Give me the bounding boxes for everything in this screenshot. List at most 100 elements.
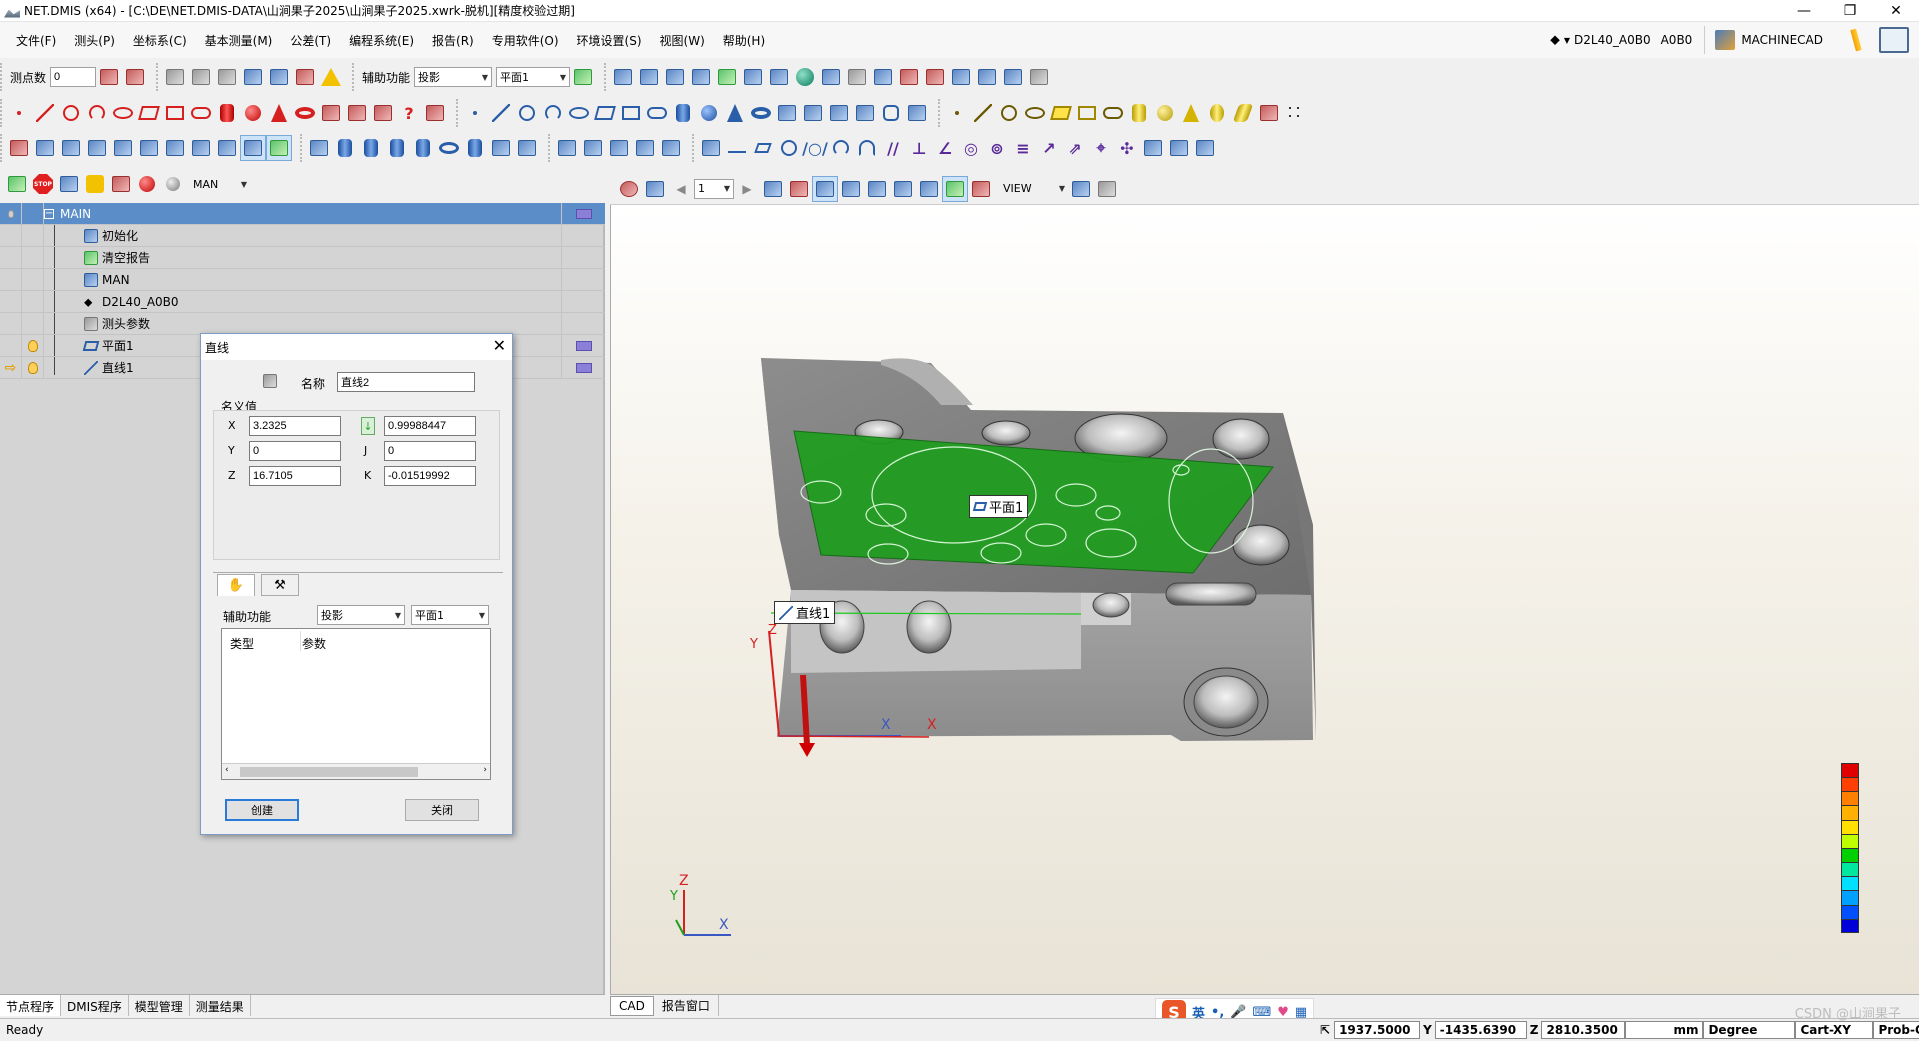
torus-measure-icon[interactable]: [292, 100, 318, 126]
vector-direction-icon[interactable]: ↓: [361, 417, 375, 435]
prev-icon[interactable]: ◀: [668, 176, 694, 202]
dm-icon[interactable]: [890, 176, 916, 202]
gdt-coaxial-icon[interactable]: ⊚: [984, 135, 1010, 161]
tab-node-program[interactable]: 节点程序: [0, 995, 62, 1016]
cylinder-nominal-icon[interactable]: [1126, 100, 1152, 126]
tol-sym-icon[interactable]: [462, 135, 488, 161]
slot-construct-icon[interactable]: [644, 100, 670, 126]
model-construct-icon[interactable]: [904, 100, 930, 126]
gdt-angle-icon[interactable]: [1166, 135, 1192, 161]
menu-help[interactable]: 帮助(H): [721, 30, 767, 51]
cone-nominal-icon[interactable]: [1178, 100, 1204, 126]
gdt-position-icon[interactable]: ⌖: [1088, 135, 1114, 161]
shade-icon[interactable]: [792, 64, 818, 90]
slot-measure-icon[interactable]: [188, 100, 214, 126]
scroll-right-icon[interactable]: ›: [483, 765, 487, 775]
tree-row-probe-params[interactable]: 测头参数: [0, 312, 605, 335]
tol-conc-icon[interactable]: [436, 135, 462, 161]
gdt-runout-icon[interactable]: ↗: [1036, 135, 1062, 161]
status-angle-unit[interactable]: Degree: [1703, 1021, 1796, 1039]
rotate-icon[interactable]: [714, 64, 740, 90]
camera-icon[interactable]: [974, 64, 1000, 90]
tool-construct-icon[interactable]: [800, 100, 826, 126]
menu-view[interactable]: 视图(W): [658, 30, 707, 51]
tab-model-manager[interactable]: 模型管理: [129, 995, 190, 1016]
x-input[interactable]: [249, 416, 341, 436]
plane-measure-icon[interactable]: [136, 100, 162, 126]
menu-coordinate[interactable]: 坐标系(C): [131, 30, 189, 51]
gdt-composite-icon[interactable]: ✣: [1114, 135, 1140, 161]
gdt-report-icon[interactable]: [1192, 135, 1218, 161]
gdt-cylindricity-icon[interactable]: /○/: [802, 135, 828, 161]
circle-nominal-icon[interactable]: [996, 100, 1022, 126]
circle-construct-icon[interactable]: [514, 100, 540, 126]
surface-nominal-icon[interactable]: [1230, 100, 1256, 126]
ellipse-construct-icon[interactable]: [566, 100, 592, 126]
circle-measure-icon[interactable]: [58, 100, 84, 126]
build-construct-icon[interactable]: [826, 100, 852, 126]
menu-special[interactable]: 专用软件(O): [490, 30, 561, 51]
point-construct-icon[interactable]: [462, 100, 488, 126]
new-page-icon[interactable]: [760, 176, 786, 202]
torus-nominal-icon[interactable]: [1204, 100, 1230, 126]
translate-icon[interactable]: [84, 135, 110, 161]
points-input[interactable]: [50, 67, 97, 87]
select-icon[interactable]: [818, 64, 844, 90]
link-icon[interactable]: [1000, 64, 1026, 90]
page-select[interactable]: 1 ▼: [694, 178, 734, 199]
menu-probe[interactable]: 测头(P): [72, 30, 117, 51]
arc-measure-icon[interactable]: [84, 100, 110, 126]
close-button[interactable]: 关闭: [405, 799, 479, 821]
gdt-angular-icon[interactable]: ∠: [932, 135, 958, 161]
machine-selector[interactable]: MACHINECAD: [1704, 26, 1833, 54]
gdt-concentric-icon[interactable]: ◎: [958, 135, 984, 161]
gdt-frame-icon[interactable]: [698, 135, 724, 161]
move-icon[interactable]: [214, 64, 240, 90]
status-work-plane[interactable]: Cart-XY: [1795, 1021, 1874, 1039]
align-icon[interactable]: [32, 135, 58, 161]
layout-icon[interactable]: [812, 175, 838, 202]
tol-flat-icon[interactable]: [332, 135, 358, 161]
close-window-button[interactable]: ✕: [1873, 0, 1919, 22]
next-icon[interactable]: ▶: [734, 176, 760, 202]
cone-construct-icon[interactable]: [722, 100, 748, 126]
gdt-line-profile-icon[interactable]: [828, 135, 854, 161]
tab-cad[interactable]: CAD: [610, 995, 654, 1016]
hex-construct-icon[interactable]: [878, 100, 904, 126]
create-button[interactable]: 创建: [225, 799, 299, 821]
z-input[interactable]: [249, 466, 341, 486]
sphere-measure-icon[interactable]: [240, 100, 266, 126]
stop-icon[interactable]: STOP: [30, 171, 56, 197]
report-plot-icon[interactable]: [632, 135, 658, 161]
plane-nominal-icon[interactable]: [1048, 100, 1074, 126]
zoom-fit-icon[interactable]: [662, 64, 688, 90]
scrollbar-thumb[interactable]: [240, 767, 418, 777]
tol-round-icon[interactable]: [358, 135, 384, 161]
scroll-left-icon[interactable]: ‹: [225, 765, 229, 775]
edit-icon[interactable]: [4, 171, 30, 197]
view-select[interactable]: VIEW ▼: [1000, 179, 1068, 199]
menu-programming[interactable]: 编程系统(E): [347, 30, 416, 51]
pan-icon[interactable]: [636, 64, 662, 90]
iterative-icon[interactable]: [214, 135, 240, 161]
status-probe-mode[interactable]: Prob-On: [1873, 1021, 1919, 1039]
collapse-icon[interactable]: −: [44, 208, 54, 219]
angle-construct-icon[interactable]: [852, 100, 878, 126]
menu-report[interactable]: 报告(R): [430, 30, 476, 51]
rotate-axis-icon[interactable]: [136, 135, 162, 161]
frame-construct-icon[interactable]: [774, 100, 800, 126]
params-list[interactable]: 类型 参数 ‹ ›: [221, 628, 491, 780]
tol-size-icon[interactable]: [306, 135, 332, 161]
rect-nominal-icon[interactable]: [1074, 100, 1100, 126]
chart-icon[interactable]: [838, 176, 864, 202]
cube-view-icon[interactable]: [766, 64, 792, 90]
tol-run-icon[interactable]: [514, 135, 540, 161]
cone-measure-icon[interactable]: [266, 100, 292, 126]
tab-aux-options[interactable]: ✋: [217, 574, 255, 596]
plane-construct-icon[interactable]: [592, 100, 618, 126]
dialog-aux-select[interactable]: 投影 ▼: [317, 605, 405, 625]
i-input[interactable]: [384, 416, 476, 436]
grid-icon[interactable]: [864, 176, 890, 202]
tree-row-main[interactable]: − MAIN: [0, 202, 605, 225]
y-input[interactable]: [249, 441, 341, 461]
